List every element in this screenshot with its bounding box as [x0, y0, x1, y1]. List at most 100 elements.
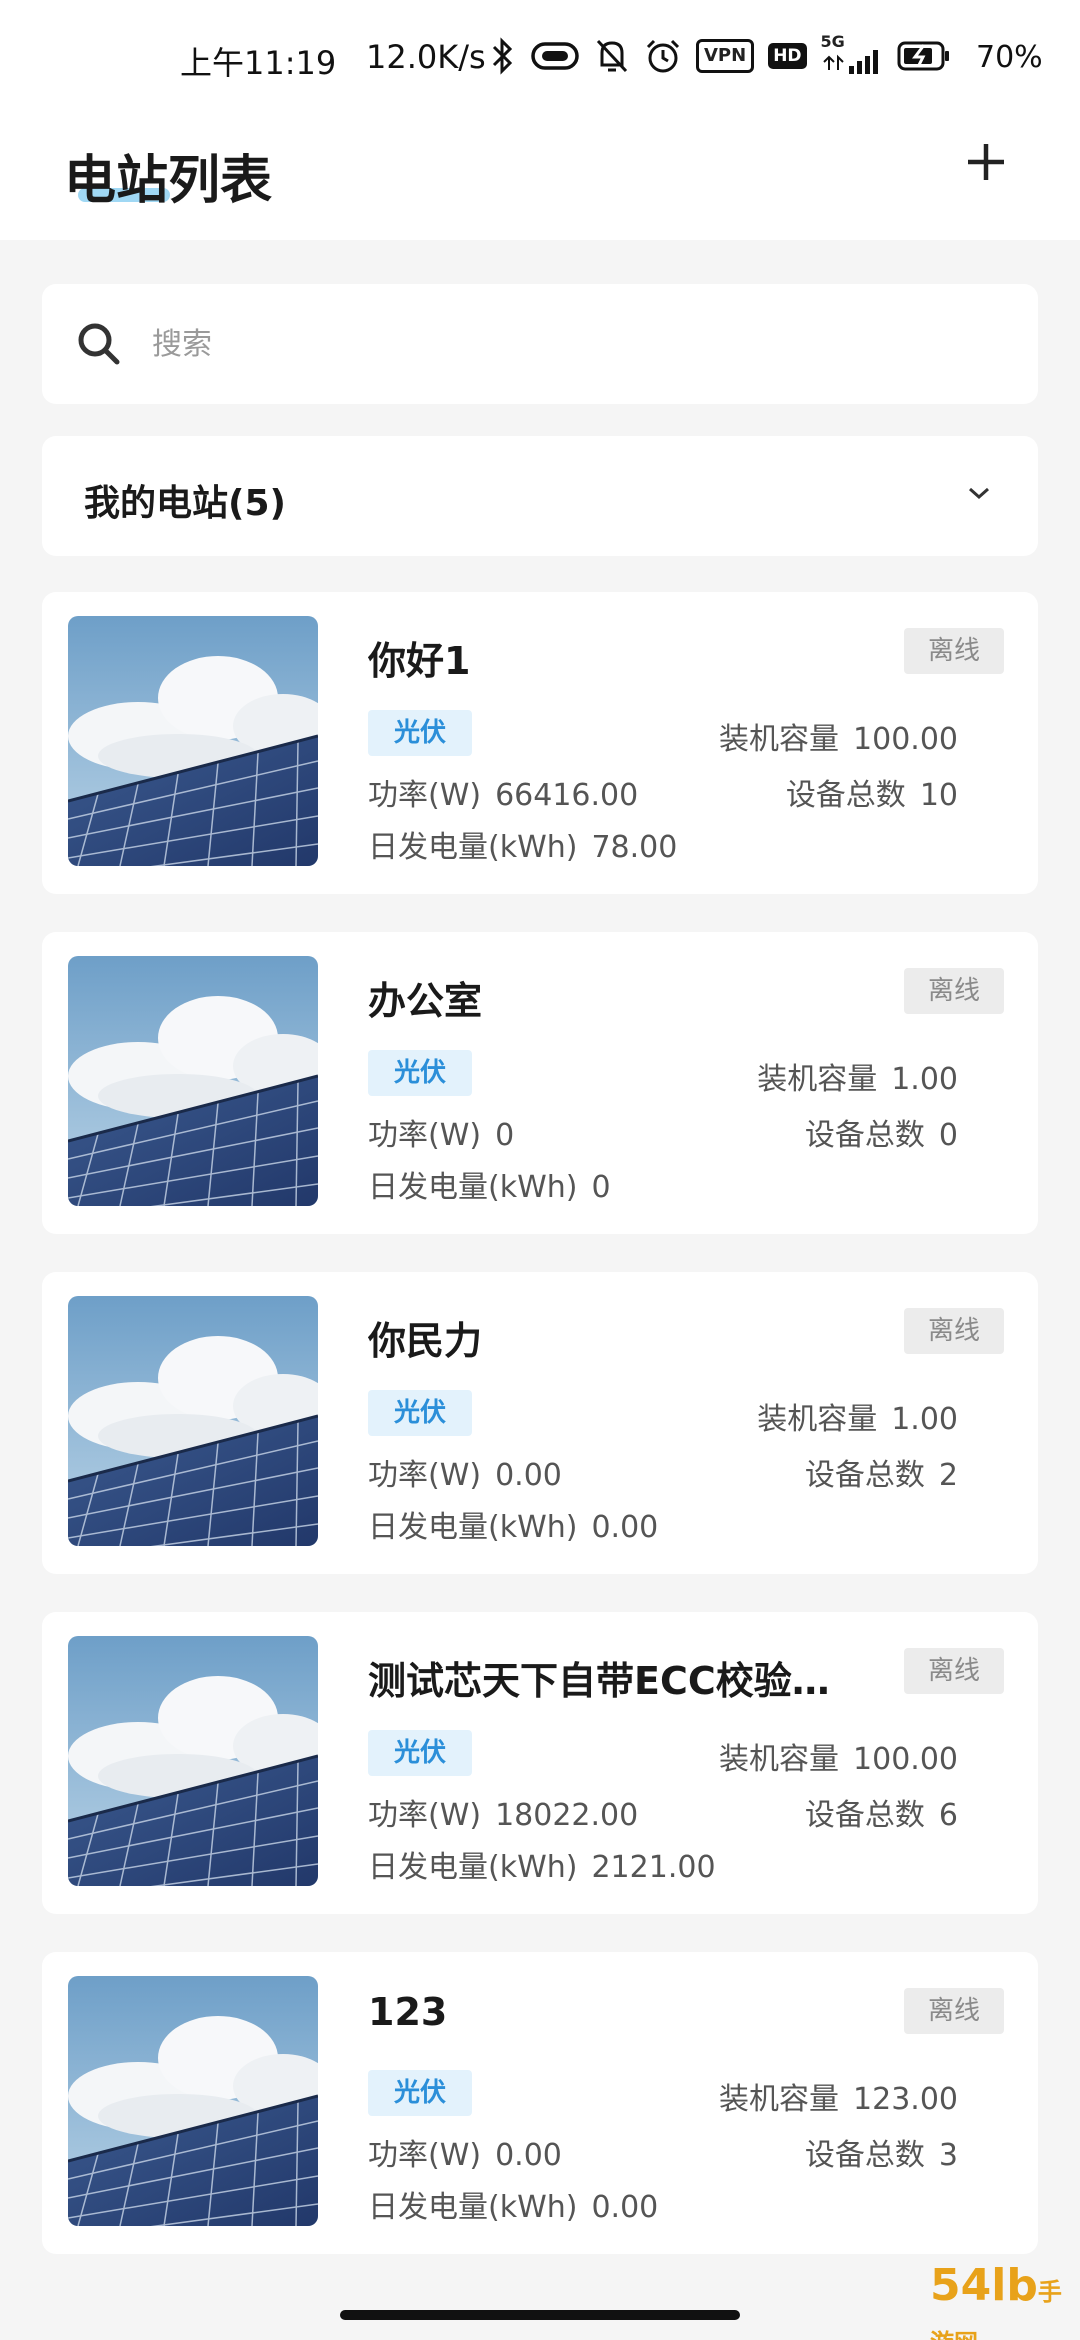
- capacity-row: 装机容量 123.00: [719, 2074, 958, 2118]
- device-count-row: 设备总数 3: [805, 2130, 958, 2174]
- search-input[interactable]: [152, 312, 992, 376]
- daily-energy-label: 日发电量(kWh): [368, 1510, 578, 1545]
- device-count-label: 设备总数: [804, 1798, 925, 1833]
- station-card[interactable]: 你民力 离线 光伏 装机容量 1.00 功率(W) 0.00 设备总数 2 日发电量(…: [42, 1272, 1038, 1574]
- capacity-row: 装机容量 1.00: [757, 1054, 958, 1098]
- station-thumbnail: [68, 1296, 318, 1546]
- daily-energy-row: 日发电量(kWh) 0.00: [368, 1502, 658, 1546]
- device-count-value: 10: [919, 778, 958, 813]
- watermark-text: 54lb: [930, 2260, 1038, 2311]
- type-badge: 光伏: [368, 2070, 472, 2116]
- type-badge: 光伏: [368, 1730, 472, 1776]
- station-thumbnail: [68, 616, 318, 866]
- power-row: 功率(W) 0: [368, 1110, 514, 1154]
- status-icons: VPN HD 5G: [490, 32, 951, 78]
- device-count-label: 设备总数: [804, 2138, 925, 2173]
- device-count-row: 设备总数 6: [805, 1790, 958, 1834]
- hd-icon: HD: [768, 43, 807, 69]
- power-label: 功率(W): [368, 2138, 482, 2173]
- device-count-value: 6: [938, 1798, 958, 1833]
- signal-icon: 5G: [821, 32, 883, 76]
- device-count-value: 3: [938, 2138, 958, 2173]
- daily-energy-value: 0.00: [591, 1510, 659, 1545]
- station-card[interactable]: 测试芯天下自带ECC校验… 离线 光伏 装机容量 100.00 功率(W) 1802…: [42, 1612, 1038, 1914]
- status-badge: 离线: [904, 1308, 1004, 1354]
- power-label: 功率(W): [368, 1118, 482, 1153]
- device-count-row: 设备总数 2: [805, 1450, 958, 1494]
- capacity-label: 装机容量: [757, 1062, 878, 1097]
- station-name: 办公室: [368, 979, 483, 1023]
- daily-energy-row: 日发电量(kWh) 2121.00: [368, 1842, 716, 1886]
- capacity-value: 123.00: [853, 2082, 958, 2117]
- device-count-row: 设备总数 10: [786, 770, 958, 814]
- type-badge: 光伏: [368, 1050, 472, 1096]
- daily-energy-label: 日发电量(kWh): [368, 1850, 578, 1885]
- daily-energy-value: 0.00: [591, 2190, 659, 2225]
- daily-energy-value: 78.00: [591, 830, 678, 865]
- daily-energy-value: 2121.00: [591, 1850, 716, 1885]
- power-value: 0.00: [495, 2138, 562, 2173]
- power-label: 功率(W): [368, 1458, 482, 1493]
- capacity-label: 装机容量: [719, 722, 840, 757]
- station-name: 测试芯天下自带ECC校验…: [368, 1659, 830, 1703]
- capacity-value: 1.00: [891, 1402, 958, 1437]
- capacity-row: 装机容量 100.00: [719, 1734, 958, 1778]
- device-count-label: 设备总数: [785, 778, 906, 813]
- capacity-value: 100.00: [853, 722, 958, 757]
- battery-percent: 70%: [976, 40, 1043, 75]
- daily-energy-value: 0: [591, 1170, 611, 1205]
- daily-energy-row: 日发电量(kWh) 0.00: [368, 2182, 658, 2226]
- power-label: 功率(W): [368, 778, 482, 813]
- status-badge: 离线: [904, 1988, 1004, 2034]
- status-badge: 离线: [904, 628, 1004, 674]
- status-net-speed: 12.0K/s: [366, 38, 486, 76]
- power-row: 功率(W) 18022.00: [368, 1790, 638, 1834]
- station-thumbnail: [68, 956, 318, 1206]
- add-station-button[interactable]: [962, 138, 1010, 186]
- power-label: 功率(W): [368, 1798, 482, 1833]
- power-row: 功率(W) 0.00: [368, 2130, 562, 2174]
- alarm-icon: [646, 39, 680, 73]
- station-name: 123: [368, 1990, 448, 2034]
- device-count-value: 2: [938, 1458, 958, 1493]
- daily-energy-row: 日发电量(kWh) 0: [368, 1162, 611, 1206]
- device-count-label: 设备总数: [804, 1458, 925, 1493]
- station-name: 你民力: [368, 1319, 483, 1363]
- daily-energy-label: 日发电量(kWh): [368, 830, 578, 865]
- type-badge: 光伏: [368, 1390, 472, 1436]
- capacity-value: 1.00: [891, 1062, 958, 1097]
- capacity-label: 装机容量: [757, 1402, 878, 1437]
- station-thumbnail: [68, 1636, 318, 1886]
- station-group-header[interactable]: 我的电站(5): [42, 436, 1038, 556]
- type-badge: 光伏: [368, 710, 472, 756]
- daily-energy-label: 日发电量(kWh): [368, 2190, 578, 2225]
- capacity-row: 装机容量 100.00: [719, 714, 958, 758]
- power-value: 0.00: [495, 1458, 562, 1493]
- power-value: 66416.00: [495, 778, 639, 813]
- device-count-label: 设备总数: [804, 1118, 925, 1153]
- status-time: 上午11:19: [180, 44, 337, 82]
- status-badge: 离线: [904, 1648, 1004, 1694]
- home-indicator[interactable]: [340, 2310, 740, 2320]
- status-bar: 上午11:19 12.0K/s VPN HD 5G 70%: [0, 0, 1080, 118]
- power-value: 0: [495, 1118, 515, 1153]
- battery-icon: [897, 41, 949, 71]
- search-bar[interactable]: [42, 284, 1038, 404]
- daily-energy-row: 日发电量(kWh) 78.00: [368, 822, 677, 866]
- daily-energy-label: 日发电量(kWh): [368, 1170, 578, 1205]
- station-card[interactable]: 123 离线 光伏 装机容量 123.00 功率(W) 0.00 设备总数 3 日发电…: [42, 1952, 1038, 2254]
- station-card[interactable]: 你好1 离线 光伏 装机容量 100.00 功率(W) 66416.00 设备总数 1…: [42, 592, 1038, 894]
- vpn-icon: VPN: [696, 39, 755, 73]
- bluetooth-icon: [492, 37, 513, 75]
- power-row: 功率(W) 0.00: [368, 1450, 562, 1494]
- device-count-value: 0: [938, 1118, 958, 1153]
- mute-bell-icon: [596, 39, 628, 73]
- site-watermark: 54lb手游网: [930, 2260, 1080, 2340]
- capacity-label: 装机容量: [719, 1742, 840, 1777]
- capacity-label: 装机容量: [719, 2082, 840, 2117]
- station-thumbnail: [68, 1976, 318, 2226]
- station-card[interactable]: 办公室 离线 光伏 装机容量 1.00 功率(W) 0 设备总数 0 日发电量(kWh…: [42, 932, 1038, 1234]
- power-value: 18022.00: [495, 1798, 639, 1833]
- search-icon: [78, 323, 120, 365]
- chevron-down-icon[interactable]: [964, 478, 994, 508]
